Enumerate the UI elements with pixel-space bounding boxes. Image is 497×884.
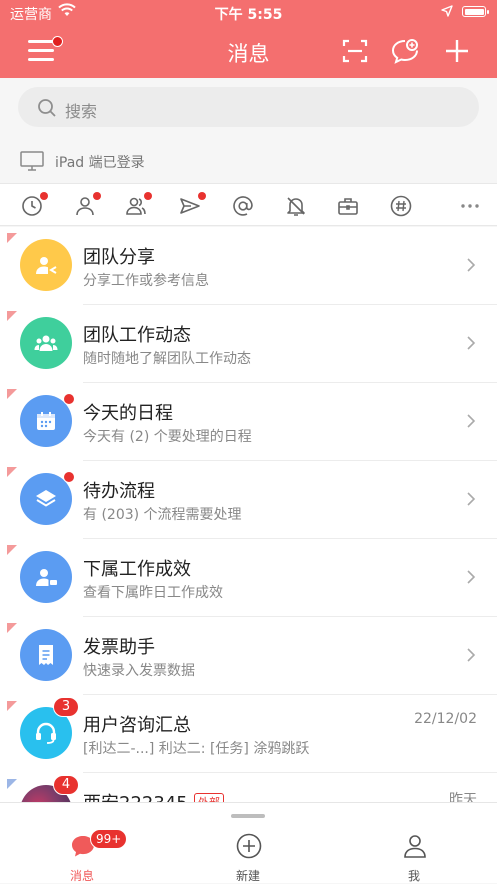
filter-dot <box>40 192 48 200</box>
filter-dot <box>198 192 206 200</box>
person-icon <box>404 835 426 858</box>
battery-icon <box>462 6 489 17</box>
chevron-right-icon <box>467 492 476 506</box>
filter-dot <box>93 192 101 200</box>
plus-icon[interactable] <box>442 36 472 66</box>
list-item[interactable]: 团队分享 分享工作或参考信息 <box>0 227 497 305</box>
pin-corner-marker <box>7 389 17 399</box>
send-icon[interactable] <box>178 192 206 218</box>
conversation-title: 团队分享 <box>83 247 155 268</box>
drag-handle[interactable] <box>231 814 265 818</box>
conversation-title: 待办流程 <box>83 481 155 502</box>
conversation-title: 下属工作成效 <box>83 559 191 580</box>
external-tag: 外部 <box>194 793 224 802</box>
list-item[interactable]: 发票助手 快速录入发票数据 <box>0 617 497 695</box>
pin-corner-marker <box>7 623 17 633</box>
tab-label: 我 <box>407 869 420 883</box>
chat-add-icon[interactable] <box>390 36 420 66</box>
pin-corner-marker <box>7 467 17 477</box>
performance-icon <box>20 551 72 603</box>
device-login-text: iPad 端已登录 <box>55 155 145 171</box>
tab-new[interactable]: 新建 <box>208 833 288 883</box>
chevron-right-icon <box>467 414 476 428</box>
scan-icon[interactable] <box>340 36 370 66</box>
conversation-subtitle: 查看下属昨日工作成效 <box>83 585 223 601</box>
tab-bar: 99+ 消息 新建 我 <box>0 802 497 883</box>
chevron-right-icon <box>467 336 476 350</box>
chevron-right-icon <box>467 258 476 272</box>
pin-corner-marker <box>7 545 17 555</box>
list-item[interactable]: 今天的日程 今天有 (2) 个要处理的日程 <box>0 383 497 461</box>
conversation-subtitle: 今天有 (2) 个要处理的日程 <box>83 429 252 445</box>
tab-me[interactable]: 我 <box>374 833 454 883</box>
tab-label: 消息 <box>69 869 94 883</box>
search-placeholder: 搜索 <box>65 102 98 121</box>
more-icon[interactable] <box>458 194 482 218</box>
unread-dot <box>63 393 75 405</box>
pin-corner-marker <box>7 779 17 789</box>
conversation-title: 今天的日程 <box>83 403 173 424</box>
unread-dot <box>63 471 75 483</box>
location-icon <box>441 5 453 17</box>
unread-count-badge: 4 <box>53 775 79 795</box>
conversation-date: 昨天 <box>449 792 477 802</box>
group-icon <box>20 317 72 369</box>
conversation-title: 团队工作动态 <box>83 325 191 346</box>
unread-count-badge: 3 <box>53 697 79 717</box>
conversation-subtitle: [利达二-...] 利达二: [任务] 涂鸦跳跃 <box>83 741 310 757</box>
list-item[interactable]: 下属工作成效 查看下属昨日工作成效 <box>0 539 497 617</box>
pin-corner-marker <box>7 701 17 711</box>
briefcase-icon[interactable] <box>336 194 360 218</box>
person-icon[interactable] <box>73 192 101 218</box>
conversation-subtitle: 分享工作或参考信息 <box>83 273 209 289</box>
pin-corner-marker <box>7 233 17 243</box>
tab-badge: 99+ <box>90 829 128 849</box>
at-icon[interactable] <box>231 194 255 218</box>
share-person-icon <box>20 239 72 291</box>
list-item[interactable]: 4 西安222345 外部 昨天 <box>0 773 497 802</box>
monitor-icon <box>20 151 44 171</box>
clock-time: 下午 5:55 <box>214 7 283 23</box>
conversation-subtitle: 快速录入发票数据 <box>83 663 195 679</box>
message-filter-bar <box>0 183 497 226</box>
conversation-title: 用户咨询汇总 <box>83 715 191 736</box>
chevron-right-icon <box>467 570 476 584</box>
search-bar[interactable]: 搜索 <box>18 87 479 127</box>
receipt-icon <box>20 629 72 681</box>
conversation-date: 22/12/02 <box>414 711 477 727</box>
status-bar: 运营商 下午 5:55 <box>0 0 497 26</box>
conversation-title: 西安222345 <box>83 789 188 802</box>
list-item[interactable]: 3 用户咨询汇总 22/12/02 [利达二-...] 利达二: [任务] 涂鸦… <box>0 695 497 773</box>
conversation-subtitle: 有 (203) 个流程需要处理 <box>83 507 242 523</box>
device-login-notice[interactable]: iPad 端已登录 <box>0 142 497 182</box>
page-title: 消息 <box>227 42 270 66</box>
list-item[interactable]: 待办流程 有 (203) 个流程需要处理 <box>0 461 497 539</box>
filter-dot <box>144 192 152 200</box>
conversation-list: 团队分享 分享工作或参考信息 团队工作动态 随时随地了解团队工作动态 今天的日程… <box>0 227 497 802</box>
contacts-icon[interactable] <box>124 192 152 218</box>
search-icon <box>38 99 56 117</box>
list-item[interactable]: 团队工作动态 随时随地了解团队工作动态 <box>0 305 497 383</box>
add-circle-icon <box>236 833 262 859</box>
pin-corner-marker <box>7 311 17 321</box>
chevron-right-icon <box>467 648 476 662</box>
bell-off-icon[interactable] <box>284 194 308 218</box>
hashtag-icon[interactable] <box>389 194 413 218</box>
conversation-subtitle: 随时随地了解团队工作动态 <box>83 351 251 367</box>
tab-label: 新建 <box>235 869 260 883</box>
clock-icon[interactable] <box>20 192 48 218</box>
conversation-title: 发票助手 <box>83 637 155 658</box>
top-bar: 运营商 下午 5:55 消息 <box>0 0 497 78</box>
tab-messages[interactable]: 99+ 消息 <box>42 829 128 883</box>
